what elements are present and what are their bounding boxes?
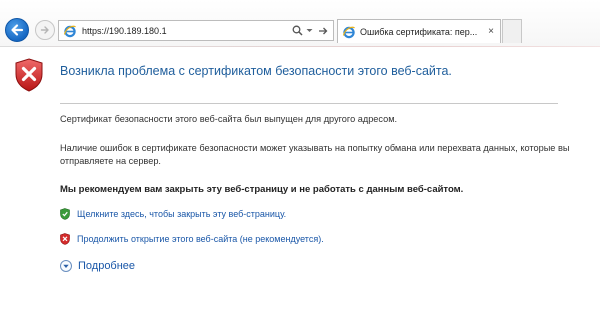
- chevron-down-icon[interactable]: [306, 27, 313, 34]
- go-arrow-icon[interactable]: [318, 26, 328, 36]
- recommendation-text: Мы рекомендуем вам закрыть эту веб-стран…: [60, 184, 464, 195]
- red-shield-icon: [60, 233, 70, 245]
- continue-action[interactable]: Продолжить открытие этого веб-сайта (не …: [60, 233, 324, 245]
- divider: [60, 103, 558, 104]
- toolbar-divider: [0, 46, 600, 47]
- close-page-action[interactable]: Щелкните здесь, чтобы закрыть эту веб-ст…: [60, 208, 286, 220]
- tab-title: Ошибка сертификата: пер...: [360, 26, 478, 37]
- back-arrow-icon: [11, 24, 24, 36]
- address-bar[interactable]: https://190.189.180.1: [58, 20, 334, 41]
- close-tab-icon[interactable]: ×: [488, 26, 494, 37]
- expand-chevron-icon[interactable]: [60, 260, 72, 272]
- more-info-toggle[interactable]: Подробнее: [60, 260, 135, 272]
- new-tab-button[interactable]: [502, 19, 522, 43]
- page-title: Возникла проблема с сертификатом безопас…: [60, 64, 452, 78]
- forward-arrow-icon: [40, 26, 49, 34]
- tab-certificate-error[interactable]: Ошибка сертификата: пер... ×: [337, 19, 501, 43]
- address-text[interactable]: https://190.189.180.1: [82, 26, 292, 36]
- ie-logo-icon: [342, 26, 355, 38]
- green-shield-icon: [60, 208, 70, 220]
- back-button[interactable]: [5, 18, 29, 42]
- forward-button[interactable]: [35, 20, 55, 40]
- error-shield-icon: [15, 58, 43, 92]
- search-icon[interactable]: [292, 25, 303, 36]
- continue-link[interactable]: Продолжить открытие этого веб-сайта (не …: [77, 234, 324, 244]
- close-page-link[interactable]: Щелкните здесь, чтобы закрыть эту веб-ст…: [77, 209, 286, 219]
- more-info-link[interactable]: Подробнее: [78, 260, 135, 272]
- security-warning-text: Наличие ошибок в сертификате безопасност…: [60, 143, 570, 166]
- certificate-mismatch-text: Сертификат безопасности этого веб-сайта …: [60, 114, 398, 124]
- ie-logo-icon: [63, 25, 76, 37]
- browser-toolbar: https://190.189.180.1 Ошибка сертификата…: [0, 0, 600, 46]
- chevron-down-icon: [63, 264, 69, 268]
